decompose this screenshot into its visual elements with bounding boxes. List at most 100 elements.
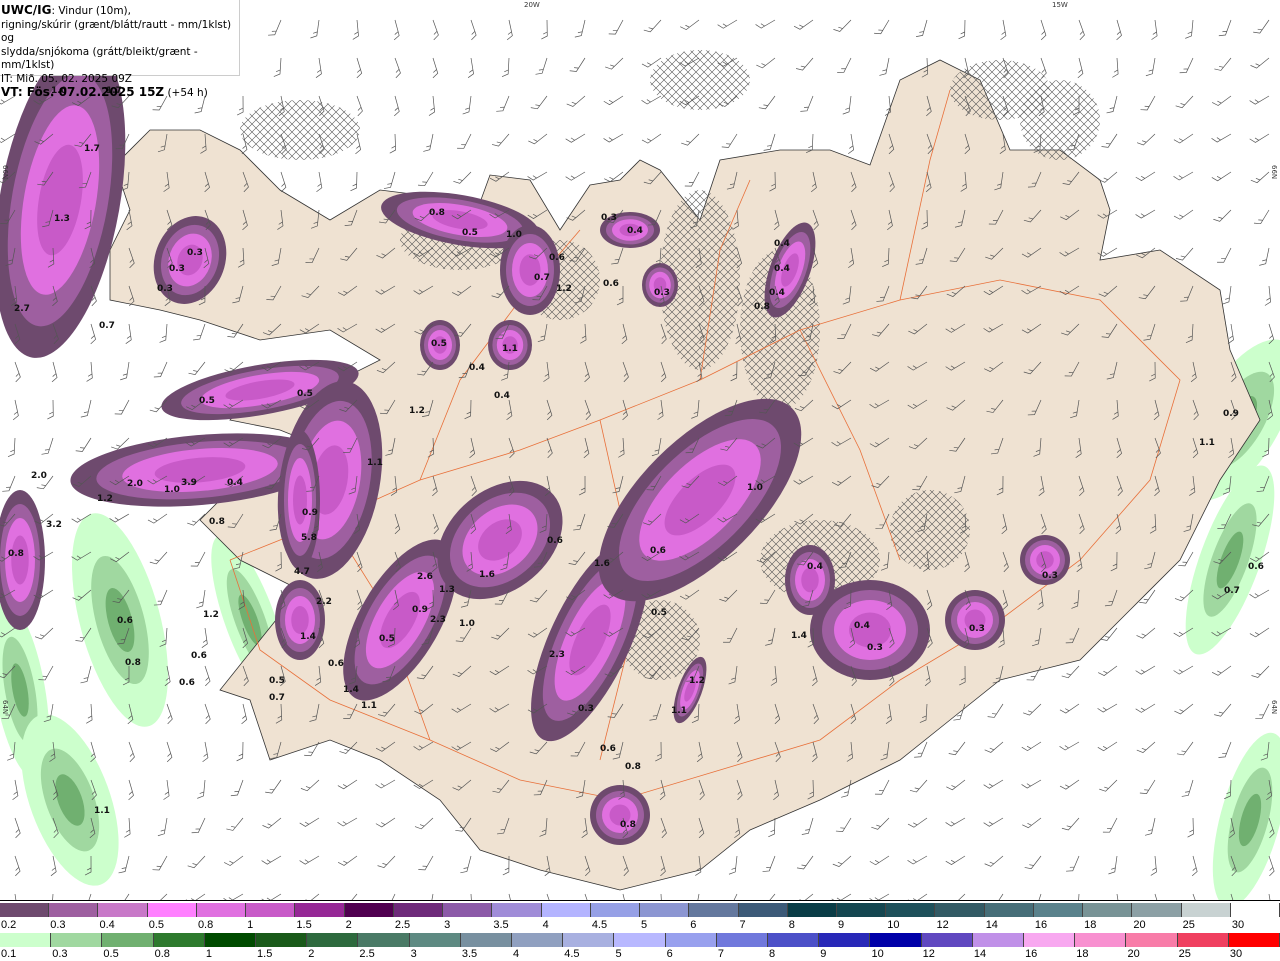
precip-value-label: 1.2	[203, 610, 219, 620]
precip-value-label: 0.8	[429, 208, 445, 218]
rain-legend-swatch	[153, 933, 205, 947]
rain-legend-swatch	[716, 933, 769, 947]
rain-legend-swatch	[819, 933, 871, 947]
rain-legend-label: 5	[615, 948, 622, 960]
precip-value-label: 1.0	[747, 483, 763, 493]
rain-legend-swatch	[460, 933, 513, 947]
rain-legend-swatch	[614, 933, 666, 947]
precip-value-label: 4.7	[294, 567, 310, 577]
snow-legend-label: 30	[1231, 919, 1245, 931]
rain-colorbar	[0, 933, 1280, 947]
grid-label-66n-right: 66N	[1270, 165, 1278, 179]
precip-value-label: 1.1	[1199, 438, 1215, 448]
snow-legend-label: 4.5	[591, 919, 608, 931]
precip-value-label: 0.6	[179, 678, 195, 688]
rain-legend-label: 1.5	[257, 948, 273, 960]
rain-legend-label: 0.3	[52, 948, 68, 960]
snow-legend-label: 4	[542, 919, 549, 931]
model-name: UWC/IG	[1, 3, 52, 17]
precip-value-label: 0.7	[99, 321, 115, 331]
precip-value-label: 1.0	[459, 619, 475, 629]
snow-legend-swatch	[0, 903, 50, 917]
rain-colorbar-labels: 0.1 0.3 0.5 0.8 1 1.5 2 2.5 3 3.5 4 4.5 5 6 7 8 9 10 12 14 1…	[0, 948, 1280, 960]
rain-legend-label: 0.5	[103, 948, 119, 960]
precip-value-label: 0.4	[769, 288, 785, 298]
snow-legend-swatch	[196, 903, 247, 917]
precip-value-label: 0.3	[601, 213, 617, 223]
precip-value-label: 1.4	[791, 631, 807, 641]
snow-legend-swatch	[541, 903, 591, 917]
hatched-area	[950, 60, 1050, 120]
rain-legend-swatch	[256, 933, 308, 947]
rain-legend-swatch	[307, 933, 359, 947]
snow-legend-label: 0.2	[1, 919, 17, 931]
precip-value-label: 0.6	[328, 659, 344, 669]
snow-area	[785, 545, 835, 615]
precip-value-label: 1.1	[367, 458, 383, 468]
snow-legend-swatch	[1132, 903, 1182, 917]
precip-value-label: 0.4	[774, 264, 790, 274]
precip-value-label: 0.6	[600, 744, 616, 754]
snow-legend-label: 16	[1034, 919, 1048, 931]
precip-value-label: 1.0	[164, 485, 180, 495]
rain-legend-label: 12	[922, 948, 935, 960]
snow-legend-label: 3.5	[493, 919, 509, 931]
precip-value-label: 3.2	[46, 520, 62, 530]
snow-legend-swatch	[98, 903, 148, 917]
snow-legend-swatch	[246, 903, 296, 917]
map-title-box: UWC/IG: Vindur (10m), rigning/skúrir (gr…	[0, 0, 240, 99]
snow-area	[275, 580, 325, 660]
rain-legend-swatch	[563, 933, 615, 947]
hatched-area	[240, 100, 360, 160]
snow-legend-swatch	[1230, 903, 1280, 917]
precip-value-label: 0.5	[297, 389, 313, 399]
precip-value-label: 0.6	[603, 279, 619, 289]
precip-value-label: 1.3	[54, 214, 70, 224]
precip-value-label: 1.4	[343, 685, 359, 695]
rain-legend-label: 1	[205, 948, 212, 960]
rain-legend-swatch	[102, 933, 154, 947]
precip-value-label: 0.8	[209, 517, 225, 527]
precip-value-label: 0.4	[494, 391, 510, 401]
precip-value-label: 0.5	[199, 396, 215, 406]
precip-value-label: 0.6	[650, 546, 666, 556]
precip-value-label: 0.7	[534, 273, 550, 283]
snow-legend-label: 6	[690, 919, 697, 931]
grid-label-64n-right: 64N	[1270, 700, 1278, 714]
precip-value-label: 1.0	[506, 230, 522, 240]
precip-value-label: 0.5	[379, 634, 395, 644]
precip-value-label: 0.8	[620, 820, 636, 830]
rain-legend-label: 3.5	[461, 948, 478, 960]
snow-legend-label: 0.3	[50, 919, 66, 931]
rain-legend-swatch	[204, 933, 257, 947]
rain-legend-swatch	[358, 933, 410, 947]
precip-value-label: 1.3	[439, 585, 455, 595]
rain-legend-label: 18	[1076, 948, 1089, 960]
precip-value-label: 2.6	[417, 572, 433, 582]
weather-map: 1.0 1.71.71.30.30.30.32.70.70.80.5 1.00.70…	[0, 0, 1280, 900]
snow-legend-label: 7	[739, 919, 746, 931]
title-line1: : Vindur (10m),	[51, 5, 131, 17]
rain-legend-label: 7	[717, 948, 724, 960]
rain-legend-label: 0.8	[154, 948, 170, 960]
rain-legend-swatch	[1177, 933, 1229, 947]
rain-legend-label: 4.5	[564, 948, 580, 960]
precip-value-label: 0.6	[1248, 562, 1264, 572]
precip-value-label: 0.4	[227, 478, 243, 488]
precip-value-label: 1.2	[689, 676, 705, 686]
rain-legend-swatch	[665, 933, 717, 947]
precip-value-label: 0.6	[547, 536, 563, 546]
precip-value-label: 2.0	[127, 479, 143, 489]
precip-value-label: 1.2	[556, 284, 572, 294]
precip-value-label: 0.9	[1223, 409, 1239, 419]
precip-value-label: 0.5	[651, 608, 667, 618]
rain-legend-label: 0.1	[1, 948, 17, 960]
precip-value-label: 0.8	[8, 549, 24, 559]
rain-legend-label: 4	[513, 948, 520, 960]
snow-legend-label: 20	[1133, 919, 1146, 931]
precip-value-label: 0.3	[969, 624, 985, 634]
precip-value-label: 0.3	[157, 284, 173, 294]
precip-value-label: 0.6	[117, 616, 133, 626]
precip-value-label: 1.7	[84, 144, 100, 154]
snow-area	[945, 590, 1005, 650]
